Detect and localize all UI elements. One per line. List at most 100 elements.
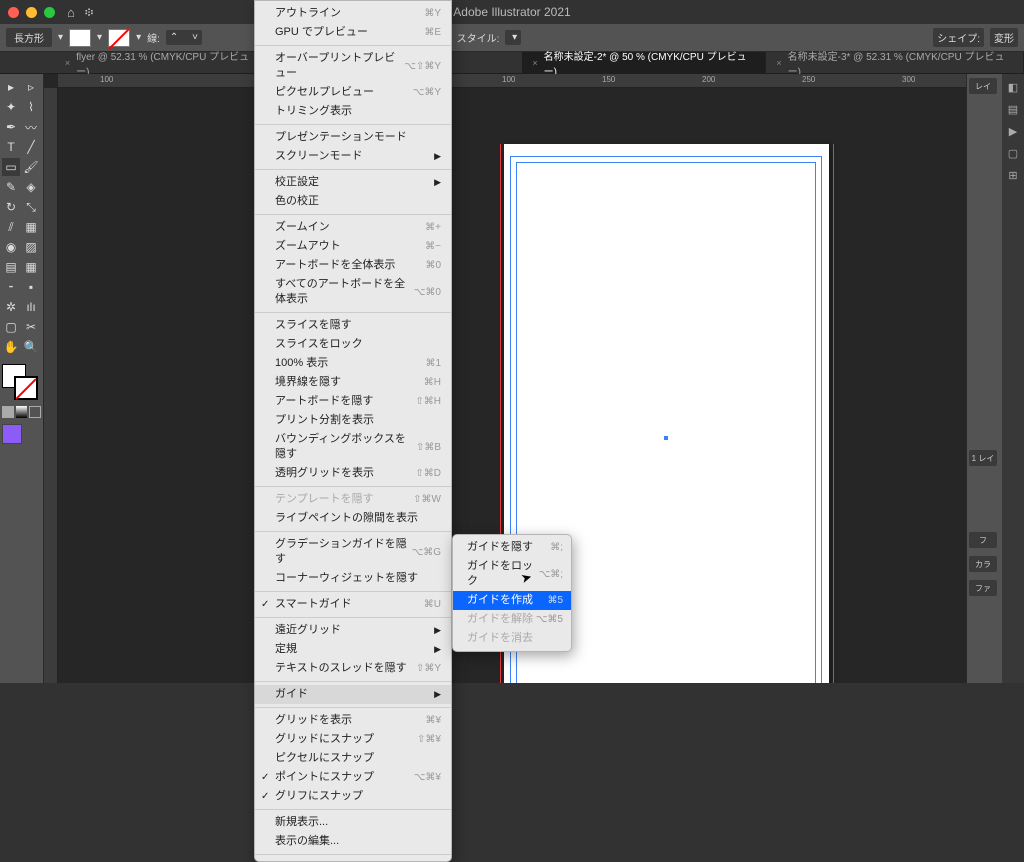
vertical-ruler[interactable] — [44, 88, 58, 683]
submenu-item[interactable]: ガイドをロック⌥⌘; — [453, 557, 571, 591]
type-tool[interactable]: T — [2, 138, 20, 156]
menu-item[interactable]: テキストのスレッドを隠す⇧⌘Y — [255, 659, 451, 678]
menu-item[interactable]: 境界線を隠す⌘H — [255, 373, 451, 392]
recent-color-swatch[interactable] — [2, 424, 22, 444]
menu-item[interactable]: オーバープリントプレビュー⌥⇧⌘Y — [255, 49, 451, 83]
blend-tool[interactable]: ▪ — [22, 278, 40, 296]
paintbrush-tool[interactable]: 🖌 — [22, 158, 40, 176]
menu-item[interactable]: グリッドを表示⌘¥ — [255, 711, 451, 730]
submenu-item-make-guides[interactable]: ガイドを作成⌘5 — [453, 591, 571, 610]
maximize-button[interactable] — [44, 7, 55, 18]
menu-item[interactable]: ズームアウト⌘− — [255, 237, 451, 256]
menu-item[interactable]: プレゼンテーションモード — [255, 128, 451, 147]
fill-swatch[interactable] — [69, 29, 91, 47]
fill-stroke-indicator[interactable] — [2, 364, 38, 400]
layer-panel-tab[interactable]: レイ — [969, 78, 997, 94]
panel-tab[interactable]: カラ — [969, 556, 997, 572]
menu-item[interactable]: 色の校正 — [255, 192, 451, 211]
properties-icon[interactable]: ◧ — [1006, 80, 1020, 94]
menu-item[interactable]: バウンディングボックスを隠す⇧⌘B — [255, 430, 451, 464]
menu-item[interactable]: 表示の編集... — [255, 832, 451, 851]
shape-type-dropdown[interactable]: 長方形 — [6, 28, 52, 47]
pen-tool[interactable]: ✒ — [2, 118, 20, 136]
menu-item[interactable]: プリント分割を表示 — [255, 411, 451, 430]
menu-item[interactable]: 新規表示... — [255, 813, 451, 832]
eraser-tool[interactable]: ◈ — [22, 178, 40, 196]
anchor-point[interactable] — [664, 436, 668, 440]
scale-tool[interactable]: ⤡ — [22, 198, 40, 216]
menu-item[interactable]: 100% 表示⌘1 — [255, 354, 451, 373]
panel-tab[interactable]: フ — [969, 532, 997, 548]
symbol-sprayer-tool[interactable]: ✲ — [2, 298, 20, 316]
document-tab[interactable]: ×名称未設定-3* @ 52.31 % (CMYK/CPU プレビュー) — [766, 52, 1024, 73]
menu-item[interactable]: グリフにスナップ — [255, 787, 451, 806]
close-tab-icon[interactable]: × — [532, 58, 537, 68]
document-tab[interactable]: ×名称未設定-2* @ 50 % (CMYK/CPU プレビュー) — [522, 52, 766, 73]
style-dropdown[interactable]: ▾ — [505, 30, 521, 45]
menu-item-submenu[interactable]: 遠近グリッド▶ — [255, 621, 451, 640]
play-icon[interactable]: ▶ — [1006, 124, 1020, 138]
menu-item[interactable]: すべてのアートボードを全体表示⌥⌘0 — [255, 275, 451, 309]
shape-button[interactable]: シェイプ: — [933, 28, 984, 47]
menu-item[interactable]: GPU でプレビュー⌘E — [255, 23, 451, 42]
app-switcher-icon[interactable]: ፨ — [85, 5, 93, 20]
line-tool[interactable]: ╱ — [22, 138, 40, 156]
color-mode[interactable] — [2, 406, 14, 418]
menu-item[interactable]: グリッドにスナップ⇧⌘¥ — [255, 730, 451, 749]
gradient-tool[interactable]: ▦ — [22, 258, 40, 276]
zoom-tool[interactable]: 🔍 — [22, 338, 40, 356]
menu-item[interactable]: アートボードを全体表示⌘0 — [255, 256, 451, 275]
rectangle-tool[interactable]: ▭ — [2, 158, 20, 176]
menu-item[interactable]: ポイントにスナップ⌥⌘¥ — [255, 768, 451, 787]
menu-item[interactable]: アウトライン⌘Y — [255, 4, 451, 23]
selection-tool[interactable]: ▸ — [2, 78, 20, 96]
close-tab-icon[interactable]: × — [65, 58, 70, 68]
direct-selection-tool[interactable]: ▹ — [22, 78, 40, 96]
menu-item[interactable]: ズームイン⌘+ — [255, 218, 451, 237]
gradient-mode[interactable] — [16, 406, 28, 418]
lasso-tool[interactable]: ⌇ — [22, 98, 40, 116]
menu-item-submenu[interactable]: 校正設定▶ — [255, 173, 451, 192]
menu-item[interactable]: グラデーションガイドを隠す⌥⌘G — [255, 535, 451, 569]
perspective-tool[interactable]: ▨ — [22, 238, 40, 256]
menu-item[interactable]: コーナーウィジェットを隠す — [255, 569, 451, 588]
minimize-button[interactable] — [26, 7, 37, 18]
transform-button[interactable]: 変形 — [990, 28, 1018, 47]
width-tool[interactable]: ⫽ — [2, 218, 20, 236]
shape-builder-tool[interactable]: ◉ — [2, 238, 20, 256]
stroke-weight-field[interactable]: ⌃ ˅ — [166, 30, 202, 45]
menu-item[interactable]: スライスを隠す — [255, 316, 451, 335]
slice-tool[interactable]: ✂ — [22, 318, 40, 336]
libraries-icon[interactable]: ▤ — [1006, 102, 1020, 116]
eyedropper-tool[interactable]: ⁃ — [2, 278, 20, 296]
artboard-tool[interactable]: ▢ — [2, 318, 20, 336]
mesh-tool[interactable]: ▤ — [2, 258, 20, 276]
menu-item[interactable]: スマートガイド⌘U — [255, 595, 451, 614]
menu-item[interactable]: スライスをロック — [255, 335, 451, 354]
menu-item[interactable]: 透明グリッドを表示⇧⌘D — [255, 464, 451, 483]
menu-item[interactable]: アートボードを隠す⇧⌘H — [255, 392, 451, 411]
curvature-tool[interactable]: 〰 — [22, 118, 40, 136]
menu-item-guides[interactable]: ガイド▶ — [255, 685, 451, 704]
close-button[interactable] — [8, 7, 19, 18]
shaper-tool[interactable]: ✎ — [2, 178, 20, 196]
home-icon[interactable]: ⌂ — [67, 5, 75, 20]
menu-item-submenu[interactable]: スクリーンモード▶ — [255, 147, 451, 166]
submenu-item[interactable]: ガイドを隠す⌘; — [453, 538, 571, 557]
horizontal-ruler[interactable]: 100 100 150 200 250 300 — [58, 74, 966, 88]
menu-item[interactable]: ライブペイントの隙間を表示 — [255, 509, 451, 528]
panel-icon[interactable]: ▢ — [1006, 146, 1020, 160]
menu-item[interactable]: ピクセルプレビュー⌥⌘Y — [255, 83, 451, 102]
close-tab-icon[interactable]: × — [776, 58, 781, 68]
hand-tool[interactable]: ✋ — [2, 338, 20, 356]
menu-item[interactable]: ピクセルにスナップ — [255, 749, 451, 768]
none-mode[interactable] — [29, 406, 41, 418]
graph-tool[interactable]: ılı — [22, 298, 40, 316]
menu-item[interactable]: トリミング表示 — [255, 102, 451, 121]
layer-title[interactable]: 1 レイ — [969, 450, 997, 466]
menu-item-submenu[interactable]: 定規▶ — [255, 640, 451, 659]
panel-tab[interactable]: ファ — [969, 580, 997, 596]
magic-wand-tool[interactable]: ✦ — [2, 98, 20, 116]
panel-icon[interactable]: ⊞ — [1006, 168, 1020, 182]
stroke-swatch[interactable] — [108, 29, 130, 47]
